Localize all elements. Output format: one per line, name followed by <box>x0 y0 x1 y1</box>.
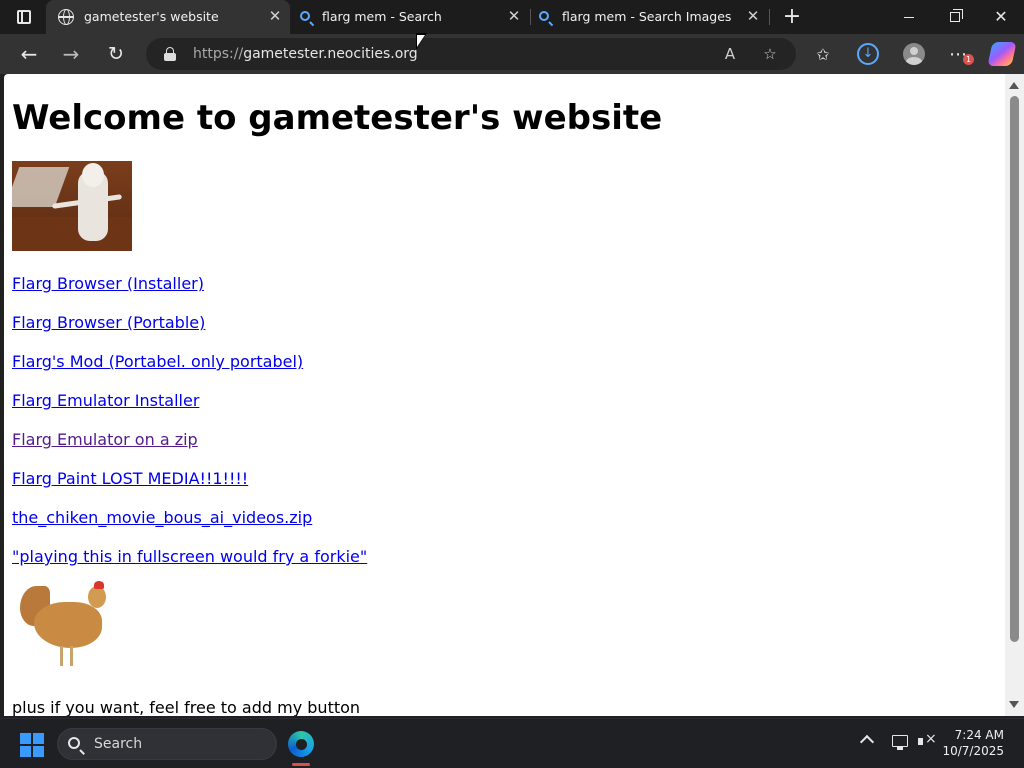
tab-title: flarg mem - Search <box>322 9 442 24</box>
scroll-up-icon[interactable] <box>1009 82 1019 89</box>
tab-strip: gametester's website ✕ flarg mem - Searc… <box>0 0 1024 34</box>
address-bar[interactable]: https://gametester.neocities.org A ☆ <box>146 38 796 70</box>
link-fullscreen-forkie[interactable]: "playing this in fullscreen would fry a … <box>12 547 367 566</box>
back-button[interactable]: ← <box>14 40 44 68</box>
link-flargs-mod[interactable]: Flarg's Mod (Portabel. only portabel) <box>12 352 303 371</box>
close-icon[interactable]: ✕ <box>505 7 523 25</box>
link-flarg-paint[interactable]: Flarg Paint LOST MEDIA!!1!!!! <box>12 469 248 488</box>
favorite-star-icon[interactable]: ☆ <box>760 44 780 64</box>
close-icon[interactable]: ✕ <box>266 7 284 25</box>
link-chiken-movie-zip[interactable]: the_chiken_movie_bous_ai_videos.zip <box>12 508 312 527</box>
scroll-down-icon[interactable] <box>1009 701 1019 708</box>
tab-flarg-images[interactable]: flarg mem - Search Images ✕ <box>531 0 769 34</box>
edge-icon[interactable] <box>288 731 314 757</box>
restore-button[interactable] <box>932 0 978 34</box>
new-tab-button[interactable]: + <box>780 5 804 29</box>
lock-icon[interactable] <box>164 47 176 61</box>
tab-separator <box>769 9 770 25</box>
windows-start-icon[interactable] <box>20 733 44 757</box>
taskbar-search-label: Search <box>94 736 143 752</box>
more-menu-badge: 1 <box>963 54 974 65</box>
toolbar: ← → ↻ https://gametester.neocities.org A… <box>0 34 1024 74</box>
chevron-up-icon[interactable] <box>859 734 875 750</box>
refresh-button[interactable]: ↻ <box>101 40 131 68</box>
search-icon <box>539 11 549 21</box>
minimize-icon <box>904 17 914 18</box>
link-flarg-browser-portable[interactable]: Flarg Browser (Portable) <box>12 313 205 332</box>
clock[interactable]: 7:24 AM 10/7/2025 <box>942 727 1004 759</box>
network-icon[interactable] <box>892 735 908 750</box>
url-host: gametester.neocities.org <box>243 46 418 62</box>
tab-actions-icon <box>17 10 31 24</box>
button-invite-text: plus if you want, feel free to add my bu… <box>12 698 361 716</box>
clock-time: 7:24 AM <box>954 728 1004 742</box>
profile-icon[interactable] <box>903 43 925 65</box>
taskbar: Search 7:24 AM 10/7/2025 <box>0 718 1024 768</box>
edge-active-indicator <box>292 763 310 766</box>
globe-icon <box>58 9 74 25</box>
download-icon[interactable]: ↓ <box>857 43 879 65</box>
chicken-image <box>16 580 114 672</box>
url-text[interactable]: https://gametester.neocities.org <box>193 46 418 62</box>
tab-actions-button[interactable] <box>10 6 38 28</box>
tab-flarg-search[interactable]: flarg mem - Search ✕ <box>292 0 530 34</box>
link-flarg-emulator-zip[interactable]: Flarg Emulator on a zip <box>12 430 198 449</box>
link-flarg-browser-installer[interactable]: Flarg Browser (Installer) <box>12 274 204 293</box>
forward-button[interactable]: → <box>56 40 86 68</box>
page-viewport: Welcome to gametester's website Flarg Br… <box>4 74 1005 716</box>
scroll-thumb[interactable] <box>1010 96 1019 642</box>
close-icon[interactable]: ✕ <box>744 7 762 25</box>
tab-gametester[interactable]: gametester's website ✕ <box>46 0 290 34</box>
volume-muted-icon[interactable] <box>918 731 937 749</box>
link-flarg-emulator-installer[interactable]: Flarg Emulator Installer <box>12 391 199 410</box>
url-protocol: https:// <box>193 46 244 62</box>
opossum-image <box>12 161 132 251</box>
page-scrollbar[interactable] <box>1005 74 1024 716</box>
page-heading: Welcome to gametester's website <box>12 98 663 138</box>
minimize-button[interactable] <box>886 0 932 34</box>
mouse-cursor <box>416 33 427 50</box>
favorites-icon[interactable]: ✩ <box>810 42 836 68</box>
taskbar-search-box[interactable]: Search <box>57 728 277 760</box>
tab-title: gametester's website <box>84 9 219 24</box>
clock-date: 10/7/2025 <box>942 744 1004 758</box>
search-icon <box>68 737 80 749</box>
restore-icon <box>950 9 963 22</box>
close-window-button[interactable]: ✕ <box>978 0 1024 34</box>
search-icon <box>300 11 310 21</box>
tab-title: flarg mem - Search Images <box>562 9 732 24</box>
read-aloud-icon[interactable]: A <box>720 44 740 64</box>
